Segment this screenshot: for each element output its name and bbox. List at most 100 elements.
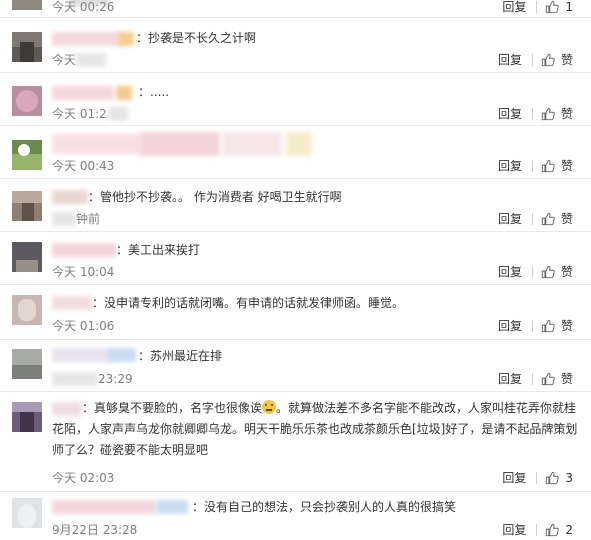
- reply-button[interactable]: 回复: [502, 471, 526, 485]
- comment-time: 9月22日 23:28: [52, 523, 138, 537]
- divider: [531, 108, 533, 120]
- comment-actions: 回复 赞: [498, 53, 573, 67]
- avatar[interactable]: [12, 402, 42, 432]
- thumb-up-icon: [541, 265, 555, 279]
- content-blurred: [140, 132, 220, 156]
- eye-roll-emoji: [262, 400, 277, 414]
- like-count: 赞: [560, 319, 573, 333]
- time-blurred: [76, 53, 106, 67]
- comment-actions: 回复 1: [502, 0, 573, 14]
- comment-text: ：管他抄不抄袭。。 作为消费者 好喝卫生就行啊: [88, 190, 342, 204]
- comment-text: ：真够臭不要脸的，名字也很像诶 。就算做法差不多名字能不能改改，人家叫桂花弄你就桂…: [52, 400, 578, 457]
- avatar[interactable]: [12, 242, 42, 272]
- username-blurred: [52, 32, 122, 46]
- like-button[interactable]: 赞: [541, 265, 573, 279]
- comment-actions: 回复 赞: [498, 212, 573, 226]
- thumb-up-icon: [541, 372, 555, 386]
- avatar[interactable]: [12, 86, 42, 116]
- avatar[interactable]: [12, 295, 42, 325]
- like-button[interactable]: 赞: [541, 372, 573, 386]
- reply-button[interactable]: 回复: [498, 159, 522, 173]
- reply-button[interactable]: 回复: [498, 319, 522, 333]
- comment-actions: 回复 赞: [498, 319, 573, 333]
- comment-actions: 回复 赞: [498, 372, 573, 386]
- comment-actions: 回复 赞: [498, 159, 573, 173]
- avatar[interactable]: [12, 0, 42, 10]
- reply-button[interactable]: 回复: [498, 212, 522, 226]
- reply-button[interactable]: 回复: [498, 265, 522, 279]
- comment-item: ：美工出来挨打 今天 10:04 回复 赞: [0, 232, 591, 285]
- divider: [531, 160, 533, 172]
- reply-button[interactable]: 回复: [502, 0, 526, 14]
- like-count: 赞: [560, 107, 573, 121]
- thumb-up-icon: [546, 523, 560, 537]
- avatar[interactable]: [12, 498, 42, 528]
- divider: [536, 524, 538, 536]
- like-count: 赞: [560, 212, 573, 226]
- like-button[interactable]: 赞: [541, 319, 573, 333]
- like-button[interactable]: 2: [545, 523, 573, 537]
- divider: [531, 320, 533, 332]
- like-count: 2: [565, 523, 573, 537]
- like-count: 赞: [560, 53, 573, 67]
- comment-item: ：..... 今天 01:2 回复 赞: [0, 73, 591, 126]
- like-button[interactable]: 3: [545, 471, 573, 485]
- comment-item: ：苏州最近在排 23:29 回复 赞: [0, 340, 591, 392]
- like-count: 3: [565, 471, 573, 485]
- comment-item: ：没申请专利的话就闭嘴。有申请的话就发律师函。睡觉。 今天 01:06 回复 赞: [0, 285, 591, 340]
- comment-time: 今天 00:26: [52, 0, 115, 14]
- username-blurred: [108, 348, 136, 362]
- time-blurred: [108, 107, 128, 121]
- reply-button[interactable]: 回复: [498, 372, 522, 386]
- comment-time: 今天: [52, 53, 77, 67]
- avatar[interactable]: [12, 191, 42, 221]
- like-button[interactable]: 赞: [541, 53, 573, 67]
- comment-text: ：没有自己的想法，只会抄袭别人的人真的很搞笑: [192, 500, 457, 514]
- avatar[interactable]: [12, 349, 42, 379]
- reply-button[interactable]: 回复: [498, 53, 522, 67]
- username-blurred: [52, 243, 116, 257]
- comment-time: 今天 01:2: [52, 107, 107, 121]
- comment-item: ：管他抄不抄袭。。 作为消费者 好喝卫生就行啊 钟前 回复 赞: [0, 179, 591, 232]
- username-blurred: [118, 32, 134, 46]
- divider: [531, 54, 533, 66]
- username-blurred: [52, 296, 92, 310]
- divider: [536, 472, 538, 484]
- comment-text: ：没申请专利的话就闭嘴。有申请的话就发律师函。睡觉。: [92, 296, 405, 310]
- username-blurred: [52, 500, 156, 514]
- comment-item: ：抄袭是不长久之计啊 今天 回复 赞: [0, 18, 591, 73]
- content-blurred: [222, 132, 282, 156]
- reply-button[interactable]: 回复: [502, 523, 526, 537]
- divider: [531, 373, 533, 385]
- divider: [531, 266, 533, 278]
- comment-item: 今天 00:26 回复 1: [0, 0, 591, 18]
- comment-text: ：美工出来挨打: [116, 243, 201, 257]
- like-button[interactable]: 1: [545, 0, 573, 14]
- like-button[interactable]: 赞: [541, 212, 573, 226]
- reply-button[interactable]: 回复: [498, 107, 522, 121]
- like-button[interactable]: 赞: [541, 107, 573, 121]
- username-blurred: [52, 190, 88, 204]
- comment-time: 今天 02:03: [52, 471, 115, 485]
- comment-item: ：真够臭不要脸的，名字也很像诶 。就算做法差不多名字能不能改改，人家叫桂花弄你就桂…: [0, 392, 591, 492]
- comment-time: 钟前: [76, 212, 101, 226]
- thumb-up-icon: [541, 319, 555, 333]
- thumb-up-icon: [541, 107, 555, 121]
- like-count: 赞: [560, 372, 573, 386]
- like-button[interactable]: 赞: [541, 159, 573, 173]
- avatar[interactable]: [12, 140, 42, 170]
- username-blurred: [156, 500, 188, 514]
- thumb-up-icon: [541, 212, 555, 226]
- comment-text: ：抄袭是不长久之计啊: [136, 31, 257, 45]
- username-blurred: [52, 86, 114, 100]
- time-blurred: [52, 212, 76, 226]
- divider: [536, 1, 538, 13]
- time-blurred: [52, 372, 98, 386]
- comment-time: 23:29: [98, 372, 133, 386]
- avatar[interactable]: [12, 32, 42, 62]
- comment-actions: 回复 赞: [498, 107, 573, 121]
- comment-text: ：.....: [138, 85, 170, 99]
- thumb-up-icon: [546, 0, 560, 14]
- divider: [531, 213, 533, 225]
- username-blurred: [116, 86, 132, 100]
